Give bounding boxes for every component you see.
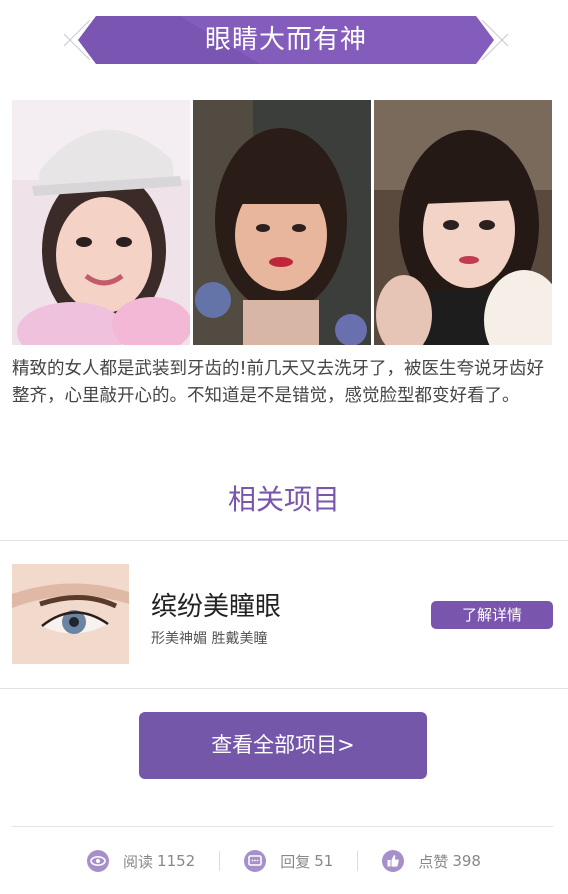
- divider: [0, 688, 568, 689]
- project-thumbnail[interactable]: [12, 564, 129, 664]
- photo-3[interactable]: [374, 100, 552, 345]
- divider: [0, 540, 568, 541]
- view-details-button[interactable]: 了解详情: [431, 601, 553, 629]
- eye-icon: [87, 850, 110, 872]
- like-stat[interactable]: 点赞 398: [358, 850, 505, 872]
- section-banner: 眼睛大而有神: [60, 14, 512, 66]
- reply-label: 回复: [280, 852, 311, 871]
- photo-gallery: [12, 100, 552, 345]
- thumbs-up-icon: [382, 850, 405, 872]
- photo-1[interactable]: [12, 100, 190, 345]
- read-count: 1152: [157, 852, 196, 870]
- project-card[interactable]: 缤纷美瞳眼 形美神媚 胜戴美瞳 了解详情: [12, 564, 556, 664]
- related-projects-heading: 相关项目: [227, 483, 340, 516]
- reply-count: 51: [314, 852, 334, 870]
- reply-stat[interactable]: 回复 51: [220, 850, 357, 872]
- stats-bar: 阅读 1152 回复 51 点赞 398: [12, 846, 556, 876]
- photo-2[interactable]: [193, 100, 371, 345]
- project-tagline: 形美神媚 胜戴美瞳: [151, 631, 268, 647]
- project-name: 缤纷美瞳眼: [151, 592, 282, 622]
- banner-title: 眼睛大而有神: [204, 25, 367, 55]
- view-all-projects-button[interactable]: 查看全部项目>: [139, 712, 427, 779]
- read-stat: 阅读 1152: [63, 850, 219, 872]
- like-count: 398: [452, 852, 481, 870]
- article-text: 精致的女人都是武装到牙齿的!前几天又去洗牙了，被医生夸说牙齿好整齐，心里敲开心的…: [12, 359, 545, 406]
- comment-icon: [244, 850, 267, 872]
- like-label: 点赞: [418, 852, 449, 871]
- divider: [12, 826, 553, 827]
- read-label: 阅读: [123, 852, 154, 871]
